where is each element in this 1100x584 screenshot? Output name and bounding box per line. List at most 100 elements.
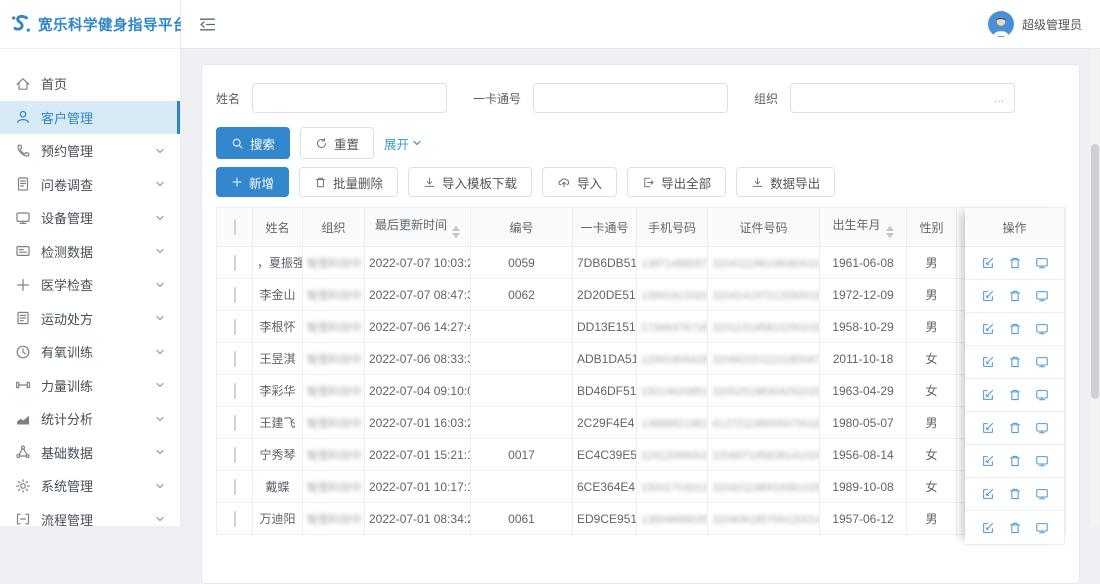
delete-icon[interactable] [1008, 487, 1022, 501]
toolbar-button-2[interactable]: 导入模板下载 [408, 167, 532, 197]
birth-cell: 1963-04-29 [820, 375, 907, 407]
menu-fold-icon[interactable] [199, 16, 216, 33]
org-cell: 智慧科创中... [303, 343, 365, 375]
column-header-label: 手机号码 [648, 221, 696, 235]
checkbox-cell [217, 471, 253, 503]
chevron-down-icon [155, 481, 165, 491]
sidebar-item-6[interactable]: 医学检查 [0, 268, 180, 302]
screen-icon[interactable] [1035, 421, 1049, 435]
strength-icon [15, 377, 31, 393]
row-checkbox[interactable] [234, 415, 236, 431]
user-menu[interactable]: 超级管理员 [988, 11, 1082, 37]
row-checkbox[interactable] [234, 511, 236, 527]
edit-icon[interactable] [981, 421, 995, 435]
sidebar-item-11[interactable]: 基础数据 [0, 436, 180, 470]
sidebar-item-2[interactable]: 预约管理 [0, 134, 180, 168]
screen-icon[interactable] [1035, 322, 1049, 336]
sidebar-item-1[interactable]: 客户管理 [0, 101, 180, 135]
app-window: 宽乐科学健身指导平台 首页客户管理预约管理问卷调查设备管理检测数据医学检查运动处… [0, 0, 1100, 526]
edit-icon[interactable] [981, 289, 995, 303]
gender-cell: 女 [907, 343, 957, 375]
expand-link[interactable]: 展开 [384, 134, 422, 153]
id-no-cell: 220907195608141024 [708, 439, 820, 471]
screen-icon[interactable] [1035, 454, 1049, 468]
search-button-label: 搜索 [250, 134, 275, 153]
column-header-3[interactable]: 最后更新时间 [365, 208, 471, 247]
delete-icon[interactable] [1008, 355, 1022, 369]
name-cell: 李金山 [253, 279, 303, 311]
org-cell: 智慧科创中... [303, 471, 365, 503]
row-checkbox[interactable] [234, 351, 236, 367]
edit-icon[interactable] [981, 256, 995, 270]
sidebar-item-10[interactable]: 统计分析 [0, 402, 180, 436]
delete-icon[interactable] [1008, 322, 1022, 336]
edit-icon[interactable] [981, 487, 995, 501]
toolbar-button-4[interactable]: 导出全部 [627, 167, 726, 197]
screen-icon[interactable] [1035, 521, 1049, 535]
row-checkbox[interactable] [234, 287, 236, 303]
screen-icon[interactable] [1035, 388, 1049, 402]
column-header-label: 一卡通号 [580, 221, 628, 235]
sidebar-item-5[interactable]: 检测数据 [0, 235, 180, 269]
org-cell: 智慧科创中... [303, 311, 365, 343]
row-checkbox[interactable] [234, 383, 236, 399]
sidebar-item-4[interactable]: 设备管理 [0, 201, 180, 235]
screen-icon[interactable] [1035, 355, 1049, 369]
select-all-checkbox[interactable] [234, 219, 236, 235]
toolbar-button-5[interactable]: 数据导出 [736, 167, 835, 197]
search-button[interactable]: 搜索 [216, 127, 290, 159]
toolbar-button-0[interactable]: 新增 [216, 167, 289, 197]
row-checkbox[interactable] [234, 319, 236, 335]
edit-icon[interactable] [981, 355, 995, 369]
sidebar-item-label: 力量训练 [41, 376, 93, 395]
customer-card: 姓名 一卡通号 组织 ... [201, 64, 1080, 584]
table-row: 王建飞智慧科创中...2022-07-01 16:03:232C29F4E413… [217, 407, 1066, 439]
delete-icon[interactable] [1008, 388, 1022, 402]
edit-icon[interactable] [981, 388, 995, 402]
operation-row [965, 412, 1064, 445]
sidebar-item-0[interactable]: 首页 [0, 67, 180, 101]
card-no-cell: ADB1DA51 [573, 343, 637, 375]
code-cell [471, 311, 573, 343]
sort-icon[interactable] [452, 226, 460, 238]
code-cell: 0059 [471, 247, 573, 279]
org-picker-input[interactable]: ... [790, 83, 1015, 113]
reset-button[interactable]: 重置 [300, 127, 374, 159]
sidebar-item-label: 检测数据 [41, 242, 93, 261]
edit-icon[interactable] [981, 322, 995, 336]
sort-icon[interactable] [886, 226, 894, 238]
card-no-input[interactable] [533, 83, 728, 113]
ellipsis-icon[interactable]: ... [994, 91, 1004, 105]
row-checkbox[interactable] [234, 479, 236, 495]
screen-icon[interactable] [1035, 487, 1049, 501]
sidebar-item-7[interactable]: 运动处方 [0, 302, 180, 336]
vertical-scrollbar-thumb[interactable] [1091, 144, 1099, 399]
screen-icon[interactable] [1035, 289, 1049, 303]
sidebar-item-13[interactable]: 流程管理 [0, 503, 180, 527]
sidebar-item-9[interactable]: 力量训练 [0, 369, 180, 403]
row-checkbox[interactable] [234, 447, 236, 463]
edit-icon[interactable] [981, 454, 995, 468]
expand-link-label: 展开 [384, 134, 409, 153]
delete-icon[interactable] [1008, 289, 1022, 303]
column-header-8[interactable]: 出生年月 [820, 208, 907, 247]
operation-row [965, 280, 1064, 313]
sidebar-item-8[interactable]: 有氧训练 [0, 335, 180, 369]
checkbox-cell [217, 279, 253, 311]
delete-icon[interactable] [1008, 256, 1022, 270]
delete-icon[interactable] [1008, 454, 1022, 468]
delete-icon[interactable] [1008, 521, 1022, 535]
birth-cell: 1961-06-08 [820, 247, 907, 279]
vertical-scrollbar[interactable] [1091, 49, 1099, 526]
screen-icon[interactable] [1035, 256, 1049, 270]
row-checkbox[interactable] [234, 255, 236, 271]
delete-icon[interactable] [1008, 421, 1022, 435]
edit-icon[interactable] [981, 521, 995, 535]
toolbar-button-1[interactable]: 批量删除 [299, 167, 398, 197]
name-input[interactable] [252, 83, 447, 113]
sidebar-item-3[interactable]: 问卷调查 [0, 168, 180, 202]
reset-button-label: 重置 [334, 134, 359, 153]
sidebar-item-12[interactable]: 系统管理 [0, 469, 180, 503]
toolbar-button-3[interactable]: 导入 [542, 167, 617, 197]
table-row: 万迪阳智慧科创中...2022-07-01 08:34:250061ED9CE9… [217, 503, 1066, 535]
